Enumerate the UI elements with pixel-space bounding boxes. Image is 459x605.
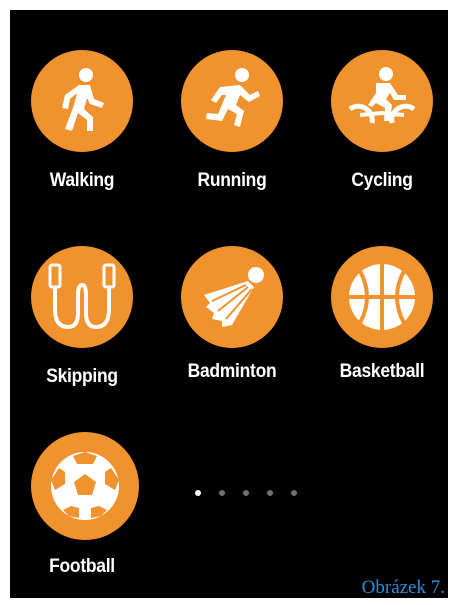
page-dot[interactable] [219,490,225,496]
page-indicator[interactable] [195,490,297,496]
soccer-ball-icon [31,432,139,540]
walking-icon [31,50,133,152]
app-cycling[interactable]: Cycling [327,50,437,200]
running-icon [181,50,283,152]
app-label: Cycling [351,170,413,191]
app-label: Walking [49,170,115,191]
app-label: Football [49,556,115,577]
page-dot[interactable] [291,490,297,496]
page-dot-active[interactable] [195,490,201,496]
app-label: Running [197,170,267,191]
app-badminton[interactable]: Badminton [177,246,287,396]
app-football[interactable]: Football [27,432,139,582]
app-walking[interactable]: Walking [27,50,137,200]
basketball-icon [331,246,433,348]
figure-caption: Obrázek 7. [361,577,445,598]
app-skipping[interactable]: Skipping [27,246,137,396]
page-dot[interactable] [267,490,273,496]
app-running[interactable]: Running [177,50,287,200]
app-label: Basketball [339,361,425,382]
app-basketball[interactable]: Basketball [327,246,437,396]
jump-rope-icon [31,246,133,348]
app-label: Badminton [187,361,277,382]
shuttlecock-icon [181,246,283,348]
watch-screen: Walking Running Cycling Skipping Badmint… [10,10,448,598]
page-dot[interactable] [243,490,249,496]
app-label: Skipping [46,366,118,387]
cycling-icon [331,50,433,152]
